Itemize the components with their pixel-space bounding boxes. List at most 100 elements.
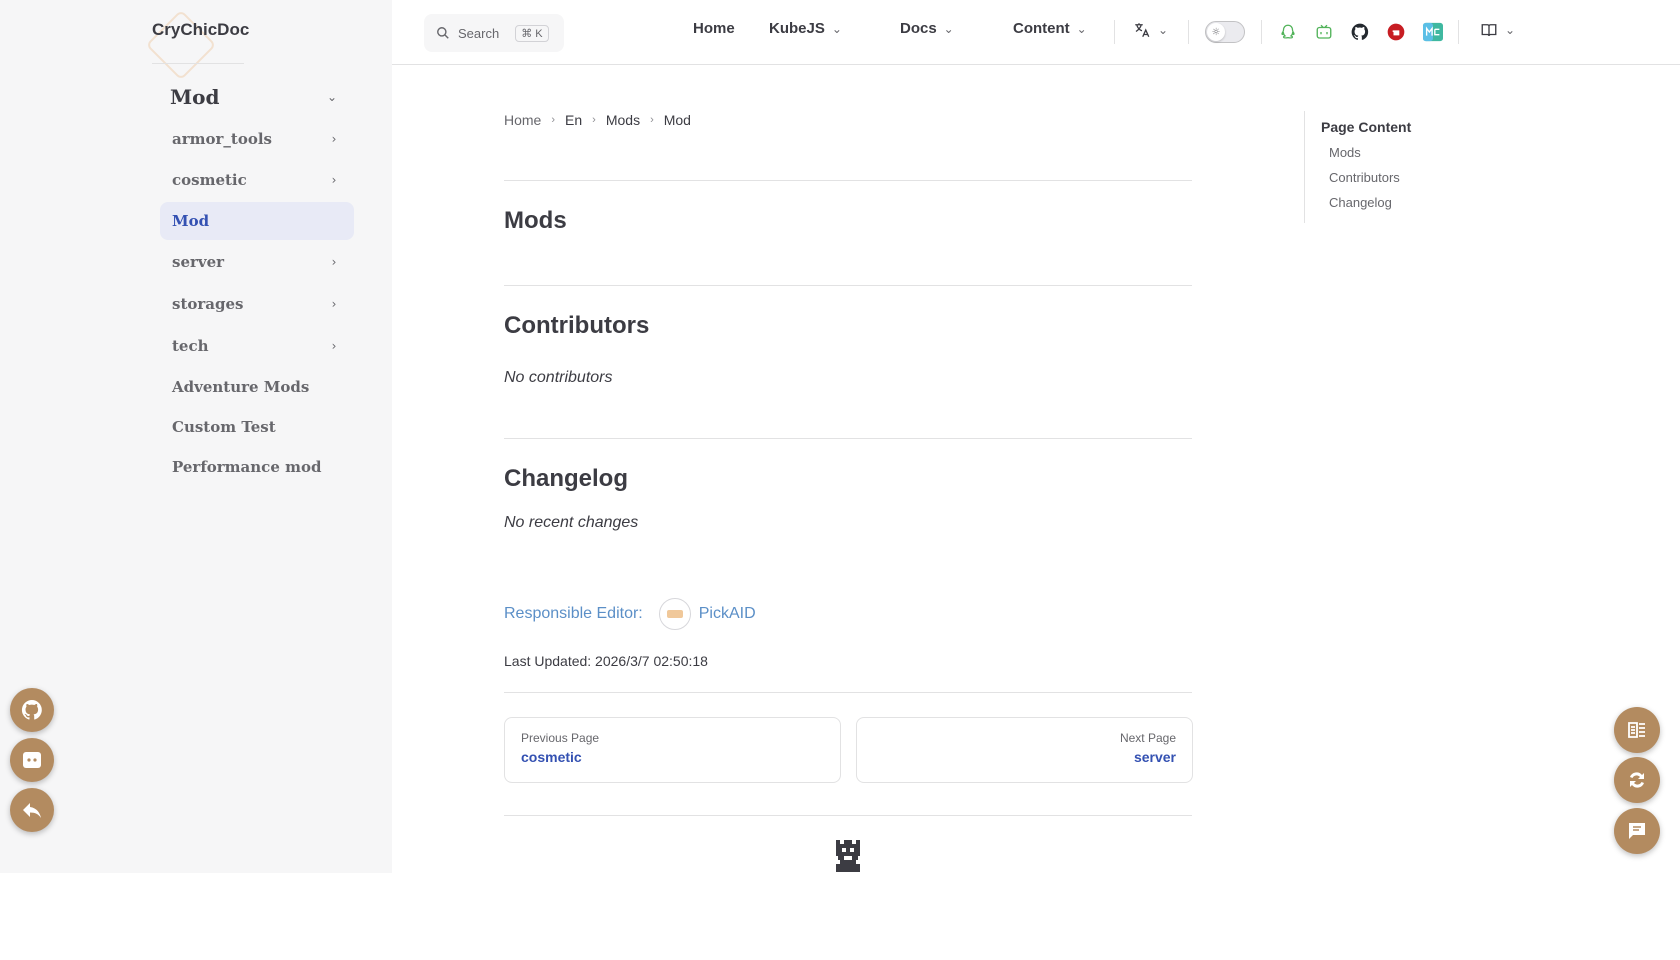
nav-docs-label: Docs: [900, 20, 937, 37]
chevron-right-icon: ›: [551, 114, 556, 126]
chevron-down-icon: ⌄: [831, 21, 842, 36]
search-icon: [437, 27, 449, 39]
breadcrumb-mod: Mod: [663, 112, 691, 128]
toc-link-contributors[interactable]: Contributors: [1321, 170, 1504, 185]
heading-mods: Mods: [504, 207, 567, 234]
section-divider: [504, 438, 1192, 439]
sidebar-item-mod[interactable]: Mod: [160, 202, 354, 240]
section-divider: [504, 285, 1192, 286]
qq-icon: [1281, 24, 1295, 39]
prev-page-desc: Previous Page: [521, 731, 600, 745]
search-shortcut: ⌘ K: [515, 24, 549, 42]
breadcrumb-home[interactable]: Home: [504, 112, 541, 128]
sidebar-item-adventure-mods[interactable]: Adventure Mods: [160, 368, 354, 406]
table-of-contents: Page Content Mods Contributors Changelog: [1304, 111, 1504, 223]
sidebar-item-tech[interactable]: tech ›: [160, 327, 354, 365]
nav-divider: [1188, 20, 1189, 44]
nav-divider: [1114, 20, 1115, 44]
chevron-right-icon[interactable]: ›: [326, 338, 342, 354]
sidebar-item-cosmetic[interactable]: cosmetic ›: [160, 161, 354, 199]
heading-changelog: Changelog: [504, 465, 628, 492]
breadcrumb-mods[interactable]: Mods: [606, 112, 640, 128]
gitee-link[interactable]: [1386, 22, 1406, 42]
discord-icon: [23, 752, 41, 768]
outline-icon: [1628, 722, 1645, 738]
section-divider: [504, 180, 1192, 181]
back-fab-button[interactable]: [10, 788, 54, 832]
brand-name: CryChicDoc: [152, 20, 250, 39]
breadcrumb: Home › En › Mods › Mod: [504, 112, 691, 128]
mascot-icon: [836, 840, 860, 872]
qq-link[interactable]: [1278, 22, 1298, 42]
chevron-down-icon[interactable]: ⌄: [324, 89, 340, 105]
github-icon: [21, 699, 42, 720]
next-page-link[interactable]: Next Page server: [856, 717, 1193, 783]
responsible-editor: Responsible Editor: PickAID: [504, 598, 756, 630]
nav-divider: [1261, 20, 1262, 44]
sidebar-item-label: cosmetic: [172, 171, 247, 189]
sidebar-group-mod[interactable]: Mod ⌄: [170, 83, 340, 111]
sidebar-item-label: Custom Test: [172, 418, 276, 436]
section-divider: [504, 692, 1192, 693]
nav-home[interactable]: Home: [693, 20, 735, 37]
nav-kubejs-label: KubeJS: [769, 20, 825, 37]
editor-label: Responsible Editor:: [504, 605, 643, 622]
chevron-right-icon[interactable]: ›: [326, 296, 342, 312]
sidebar-item-label: Adventure Mods: [172, 378, 310, 396]
chevron-down-icon: ⌄: [1076, 21, 1087, 36]
refresh-fab-button[interactable]: [1614, 757, 1660, 803]
nav-content[interactable]: Content ⌄: [1013, 20, 1090, 37]
chevron-right-icon[interactable]: ›: [326, 172, 342, 188]
toc-link-mods[interactable]: Mods: [1321, 145, 1504, 160]
avatar-image: [666, 610, 683, 618]
breadcrumb-en[interactable]: En: [565, 112, 582, 128]
outline-fab-button[interactable]: [1614, 707, 1660, 753]
sidebar-item-armor-tools[interactable]: armor_tools ›: [160, 120, 354, 158]
avatar[interactable]: [658, 598, 691, 630]
chevron-right-icon[interactable]: ›: [326, 131, 342, 147]
sidebar-item-label: tech: [172, 337, 209, 355]
theme-toggle[interactable]: ☼: [1205, 21, 1245, 43]
toc-link-changelog[interactable]: Changelog: [1321, 195, 1504, 210]
nav-divider: [1458, 20, 1459, 44]
bilibili-link[interactable]: [1314, 22, 1334, 42]
heading-contributors: Contributors: [504, 312, 650, 339]
chevron-down-icon: ⌄: [1157, 23, 1169, 37]
github-fab-button[interactable]: [10, 688, 54, 732]
sidebar-item-custom-test[interactable]: Custom Test: [160, 408, 354, 446]
chevron-right-icon[interactable]: ›: [326, 254, 342, 270]
nav-home-label: Home: [693, 20, 735, 37]
language-switcher[interactable]: ⌄: [1133, 21, 1171, 39]
prev-page-link[interactable]: Previous Page cosmetic: [504, 717, 841, 783]
top-navbar: Search ⌘ K Home KubeJS ⌄ Docs ⌄ Content …: [392, 0, 1680, 65]
book-icon: [1481, 24, 1497, 37]
last-updated: Last Updated: 2026/3/7 02:50:18: [504, 653, 708, 669]
sidebar-item-label: server: [172, 253, 225, 271]
editor-name[interactable]: PickAID: [699, 605, 756, 623]
github-icon: [1351, 23, 1369, 40]
github-link[interactable]: [1350, 22, 1370, 42]
nav-docs[interactable]: Docs ⌄: [900, 20, 957, 37]
appearance-menu[interactable]: ⌄: [1480, 21, 1518, 39]
sidebar-group-label: Mod: [170, 85, 220, 109]
sidebar: CryChicDoc Mod ⌄ armor_tools › cosmetic …: [0, 0, 392, 873]
sidebar-item-storages[interactable]: storages ›: [160, 285, 354, 323]
changelog-text: No recent changes: [504, 514, 639, 531]
comment-fab-button[interactable]: [1614, 808, 1660, 854]
discord-fab-button[interactable]: [10, 738, 54, 782]
sidebar-item-server[interactable]: server ›: [160, 243, 354, 281]
sidebar-item-performance-mod[interactable]: Performance mod: [160, 448, 354, 486]
nav-kubejs[interactable]: KubeJS ⌄: [769, 20, 845, 37]
gitee-icon: [1387, 23, 1405, 41]
prev-page-title: cosmetic: [521, 749, 582, 765]
nav-content-label: Content: [1013, 20, 1070, 37]
brand-link[interactable]: CryChicDoc: [145, 9, 249, 81]
chevron-down-icon: ⌄: [943, 21, 954, 36]
search-button[interactable]: Search ⌘ K: [424, 14, 564, 52]
next-page-desc: Next Page: [1119, 731, 1176, 745]
chevron-right-icon: ›: [650, 114, 654, 126]
refresh-icon: [1630, 772, 1644, 788]
chevron-right-icon: ›: [592, 114, 596, 126]
sun-icon: ☼: [1207, 23, 1225, 41]
mcmod-link[interactable]: [1422, 22, 1444, 42]
